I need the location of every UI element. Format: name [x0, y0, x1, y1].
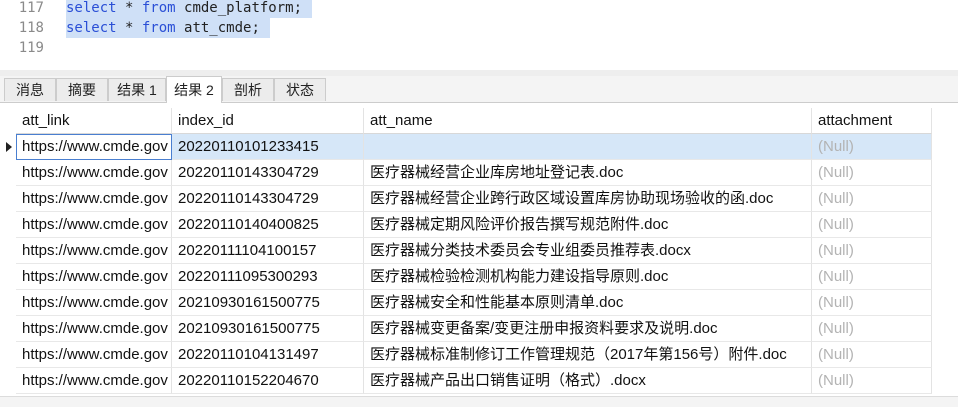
table-row[interactable]: https://www.cmde.gov 20220110152204670 医…: [0, 368, 932, 394]
cell-index-id[interactable]: 20220110104131497: [172, 342, 364, 368]
cell-att-link[interactable]: https://www.cmde.gov: [16, 186, 172, 212]
tab-messages[interactable]: 消息: [4, 78, 56, 101]
result-tabs: 消息 摘要 结果 1 结果 2 剖析 状态: [0, 76, 958, 103]
table-row[interactable]: https://www.cmde.gov 20220110101233415 (…: [0, 134, 932, 160]
column-header-att-link[interactable]: att_link: [16, 108, 172, 134]
cell-att-link[interactable]: https://www.cmde.gov: [16, 264, 172, 290]
table-row[interactable]: https://www.cmde.gov 20210930161500775 医…: [0, 316, 932, 342]
sql-text: att_cmde;: [175, 20, 260, 36]
cell-attachment[interactable]: (Null): [812, 186, 932, 212]
line-number: 118: [18, 20, 44, 36]
current-row-indicator-icon: [0, 134, 16, 160]
tab-summary[interactable]: 摘要: [56, 78, 108, 101]
tab-result-2[interactable]: 结果 2: [166, 76, 222, 103]
sql-statement[interactable]: select * from att_cmde;: [66, 18, 270, 38]
cell-att-link[interactable]: https://www.cmde.gov: [16, 342, 172, 368]
cell-att-link[interactable]: https://www.cmde.gov: [16, 316, 172, 342]
editor-line-119: 119: [0, 38, 958, 58]
sql-keyword: from: [141, 0, 176, 16]
cell-att-link[interactable]: https://www.cmde.gov: [16, 290, 172, 316]
cell-index-id[interactable]: 20220111095300293: [172, 264, 364, 290]
cell-att-name[interactable]: 医疗器械检验检测机构能力建设指导原则.doc: [364, 264, 812, 290]
cell-att-name[interactable]: 医疗器械产品出口销售证明（格式）.docx: [364, 368, 812, 394]
sql-editor[interactable]: 117 select * from cmde_platform; 118 sel…: [0, 0, 958, 70]
table-row[interactable]: https://www.cmde.gov 20220110140400825 医…: [0, 212, 932, 238]
sql-keyword: from: [141, 20, 176, 36]
cell-index-id[interactable]: 20210930161500775: [172, 316, 364, 342]
sql-text: cmde_platform;: [175, 0, 303, 16]
table-row[interactable]: https://www.cmde.gov 20220111104100157 医…: [0, 238, 932, 264]
table-row[interactable]: https://www.cmde.gov 20210930161500775 医…: [0, 290, 932, 316]
cell-attachment[interactable]: (Null): [812, 316, 932, 342]
cell-att-link[interactable]: https://www.cmde.gov: [16, 160, 172, 186]
cell-att-name[interactable]: 医疗器械经营企业跨行政区域设置库房协助现场验收的函.doc: [364, 186, 812, 212]
cell-attachment[interactable]: (Null): [812, 264, 932, 290]
cell-att-name[interactable]: [364, 134, 812, 160]
cell-att-name[interactable]: 医疗器械经营企业库房地址登记表.doc: [364, 160, 812, 186]
line-number: 119: [18, 40, 44, 56]
cell-attachment[interactable]: (Null): [812, 212, 932, 238]
editor-line-117: 117 select * from cmde_platform;: [0, 0, 958, 18]
cell-att-link[interactable]: https://www.cmde.gov: [16, 134, 172, 160]
sql-keyword: select: [66, 0, 117, 16]
cell-index-id[interactable]: 20220110143304729: [172, 186, 364, 212]
sql-text: *: [116, 0, 142, 16]
cell-attachment[interactable]: (Null): [812, 342, 932, 368]
tab-result-1[interactable]: 结果 1: [108, 78, 166, 101]
cell-att-name[interactable]: 医疗器械安全和性能基本原则清单.doc: [364, 290, 812, 316]
cell-index-id[interactable]: 20220110143304729: [172, 160, 364, 186]
grid-header: att_link index_id att_name attachment: [0, 108, 932, 134]
tab-profile[interactable]: 剖析: [222, 78, 274, 101]
sql-keyword: select: [66, 20, 117, 36]
cell-index-id[interactable]: 20210930161500775: [172, 290, 364, 316]
sql-text: *: [116, 20, 142, 36]
cell-index-id[interactable]: 20220110140400825: [172, 212, 364, 238]
table-row[interactable]: https://www.cmde.gov 20220110143304729 医…: [0, 160, 932, 186]
grid-bottom-edge: [0, 396, 958, 407]
table-row[interactable]: https://www.cmde.gov 20220111095300293 医…: [0, 264, 932, 290]
line-number: 117: [18, 0, 44, 16]
cell-att-name[interactable]: 医疗器械变更备案/变更注册申报资料要求及说明.doc: [364, 316, 812, 342]
cell-index-id[interactable]: 20220111104100157: [172, 238, 364, 264]
sql-statement[interactable]: select * from cmde_platform;: [66, 0, 313, 18]
column-header-attachment[interactable]: attachment: [812, 108, 932, 134]
cell-att-link[interactable]: https://www.cmde.gov: [16, 238, 172, 264]
cell-attachment[interactable]: (Null): [812, 238, 932, 264]
cell-index-id[interactable]: 20220110101233415: [172, 134, 364, 160]
cell-attachment[interactable]: (Null): [812, 134, 932, 160]
cell-index-id[interactable]: 20220110152204670: [172, 368, 364, 394]
cell-att-link[interactable]: https://www.cmde.gov: [16, 212, 172, 238]
cell-att-name[interactable]: 医疗器械标准制修订工作管理规范（2017年第156号）附件.doc: [364, 342, 812, 368]
cell-attachment[interactable]: (Null): [812, 290, 932, 316]
table-row[interactable]: https://www.cmde.gov 20220110104131497 医…: [0, 342, 932, 368]
column-header-att-name[interactable]: att_name: [364, 108, 812, 134]
cell-att-name[interactable]: 医疗器械定期风险评价报告撰写规范附件.doc: [364, 212, 812, 238]
cell-att-link[interactable]: https://www.cmde.gov: [16, 368, 172, 394]
cell-att-name[interactable]: 医疗器械分类技术委员会专业组委员推荐表.docx: [364, 238, 812, 264]
cell-attachment[interactable]: (Null): [812, 368, 932, 394]
table-row[interactable]: https://www.cmde.gov 20220110143304729 医…: [0, 186, 932, 212]
cell-attachment[interactable]: (Null): [812, 160, 932, 186]
tab-status[interactable]: 状态: [274, 78, 326, 101]
editor-line-118: 118 select * from att_cmde;: [0, 18, 958, 38]
column-header-index-id[interactable]: index_id: [172, 108, 364, 134]
